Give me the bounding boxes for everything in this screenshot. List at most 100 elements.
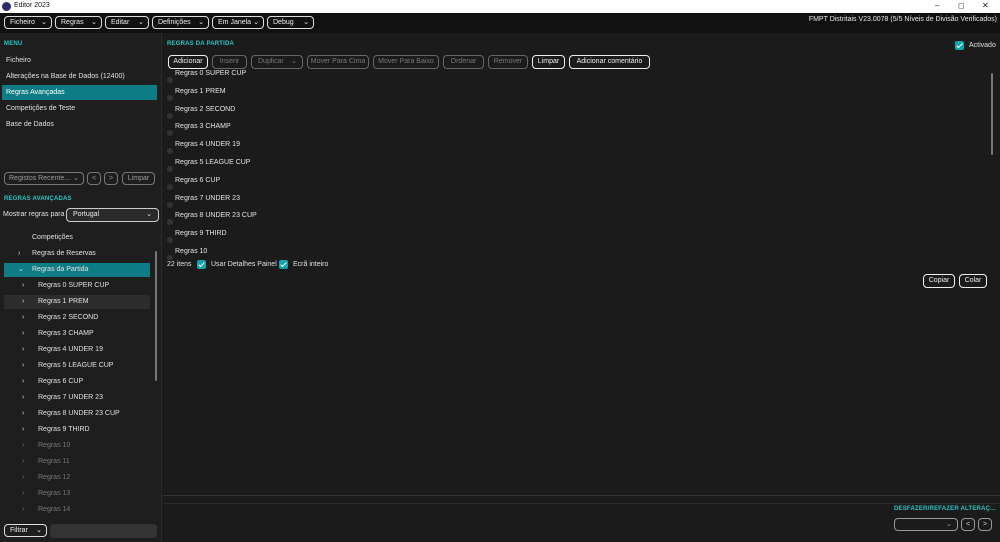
recent-records-dropdown[interactable]: Registos Recente... ⌄ (4, 172, 84, 185)
add-comment-button[interactable]: Adicionar comentário (569, 55, 650, 69)
fullscreen-checkbox[interactable] (279, 260, 288, 269)
tree-item[interactable]: › Regras 0 SUPER CUP (4, 279, 150, 293)
rule-row[interactable]: Regras 5 LEAGUE CUP (167, 159, 987, 176)
drag-handle-icon[interactable] (167, 201, 173, 208)
chevron-right-icon[interactable]: › (18, 247, 20, 261)
rule-row[interactable]: Regras 0 SUPER CUP (167, 70, 987, 87)
drag-handle-icon[interactable] (167, 219, 173, 226)
tree-item[interactable]: › Regras 9 THIRD (4, 423, 150, 437)
paste-button[interactable]: Colar (959, 274, 987, 288)
menu-editar[interactable]: Editar ⌄ (105, 16, 149, 29)
rule-row[interactable]: Regras 9 THIRD (167, 230, 987, 247)
nav-item-competicoes-teste[interactable]: Competições de Teste (2, 101, 157, 116)
tree-item[interactable]: › Regras 6 CUP (4, 375, 150, 389)
move-down-button[interactable]: Mover Para Baixo (373, 55, 439, 69)
tree-item[interactable]: › Regras 14 (4, 503, 150, 517)
clear-recent-button[interactable]: Limpar (122, 172, 155, 185)
chevron-right-icon[interactable]: › (22, 343, 24, 357)
tree-item[interactable]: › Regras de Reservas (4, 247, 150, 261)
tree-item[interactable]: ⌄ Regras da Partida (4, 263, 150, 277)
tree-item[interactable]: › Regras 13 (4, 487, 150, 501)
country-select[interactable]: Portugal ⌄ (66, 208, 159, 222)
back-button[interactable]: < (87, 172, 101, 185)
minimize-icon[interactable]: – (935, 1, 939, 10)
chevron-right-icon[interactable]: › (22, 375, 24, 389)
tree-item[interactable]: › Regras 2 SECOND (4, 311, 150, 325)
chevron-right-icon[interactable]: › (22, 455, 24, 469)
remove-button[interactable]: Remover (488, 55, 528, 69)
rule-row[interactable]: Regras 2 SECOND (167, 106, 987, 123)
menu-em-janela[interactable]: Em Janela ⌄ (212, 16, 264, 29)
tree-item[interactable]: Competições (4, 231, 150, 245)
maximize-icon[interactable]: ◻ (958, 1, 965, 10)
rule-row[interactable]: Regras 8 UNDER 23 CUP (167, 212, 987, 229)
rule-row[interactable]: Regras 4 UNDER 19 (167, 141, 987, 158)
tree-item[interactable]: › Regras 4 UNDER 19 (4, 343, 150, 357)
activated-checkbox[interactable] (955, 41, 964, 50)
chevron-right-icon[interactable]: › (22, 439, 24, 453)
chevron-right-icon[interactable]: › (22, 407, 24, 421)
add-button[interactable]: Adicionar (168, 55, 208, 69)
tree-item[interactable]: › Regras 3 CHAMP (4, 327, 150, 341)
tree-item[interactable]: › Regras 1 PREM (4, 295, 150, 309)
clear-button[interactable]: Limpar (532, 55, 565, 69)
drag-handle-icon[interactable] (167, 255, 173, 260)
chevron-right-icon[interactable]: › (22, 471, 24, 485)
drag-handle-icon[interactable] (167, 183, 173, 190)
chevron-right-icon[interactable]: › (22, 423, 24, 437)
chevron-right-icon[interactable]: › (22, 327, 24, 341)
drag-handle-icon[interactable] (167, 77, 173, 83)
redo-button[interactable]: > (978, 518, 992, 531)
rule-row[interactable]: Regras 6 CUP (167, 177, 987, 194)
rule-row[interactable]: Regras 10 (167, 248, 987, 260)
drag-handle-icon[interactable] (167, 237, 173, 244)
undo-history-dropdown[interactable]: ⌄ (894, 518, 958, 531)
menu-ficheiro[interactable]: Ficheiro ⌄ (4, 16, 52, 29)
filter-button[interactable]: Filtrar ⌄ (4, 524, 47, 537)
forward-button[interactable]: > (104, 172, 118, 185)
menu-definicoes[interactable]: Definições ⌄ (152, 16, 209, 29)
chevron-right-icon[interactable]: › (22, 279, 24, 293)
chevron-right-icon[interactable]: › (22, 487, 24, 501)
chevron-right-icon[interactable]: › (22, 311, 24, 325)
menu-regras[interactable]: Regras ⌄ (55, 16, 102, 29)
nav-item-ficheiro[interactable]: Ficheiro (2, 53, 157, 68)
tree-item[interactable]: › Regras 12 (4, 471, 150, 485)
sort-button[interactable]: Ordenar (443, 55, 484, 69)
drag-handle-icon[interactable] (167, 166, 173, 172)
nav-item-regras-avancadas[interactable]: Regras Avançadas (2, 85, 157, 100)
rule-row[interactable]: Regras 3 CHAMP (167, 123, 987, 140)
move-up-button[interactable]: Mover Para Cima (307, 55, 369, 69)
drag-handle-icon[interactable] (167, 94, 173, 101)
drag-handle-icon[interactable] (167, 130, 173, 137)
rule-row[interactable]: Regras 1 PREM (167, 88, 987, 105)
show-rules-for-label: Mostrar regras para (3, 211, 65, 218)
drag-handle-icon[interactable] (167, 112, 173, 119)
rules-list-scrollbar[interactable] (991, 73, 993, 155)
copy-button[interactable]: Copiar (923, 274, 955, 288)
rule-row-label: Regras 8 UNDER 23 CUP (175, 212, 257, 220)
tree-item[interactable]: › Regras 5 LEAGUE CUP (4, 359, 150, 373)
duplicate-button[interactable]: Duplicar ⌄ (251, 55, 303, 69)
tree-scrollbar[interactable] (155, 251, 157, 381)
tree-item[interactable]: › Regras 7 UNDER 23 (4, 391, 150, 405)
chevron-right-icon[interactable]: › (22, 391, 24, 405)
nav-item-alteracoes[interactable]: Alterações na Base de Dados (12400) (2, 69, 157, 84)
insert-button[interactable]: Inserir (212, 55, 247, 69)
undo-button[interactable]: < (961, 518, 975, 531)
tree-item[interactable]: › Regras 8 UNDER 23 CUP (4, 407, 150, 421)
menu-debug[interactable]: Debug ⌄ (267, 16, 314, 29)
chevron-down-icon[interactable]: ⌄ (18, 263, 24, 277)
divider (163, 503, 1000, 504)
tree-item[interactable]: › Regras 11 (4, 455, 150, 469)
use-details-panel-checkbox[interactable] (197, 260, 206, 269)
nav-item-base-dados[interactable]: Base de Dados (2, 117, 157, 132)
tree-item[interactable]: › Regras 10 (4, 439, 150, 453)
filter-input[interactable] (50, 524, 157, 538)
chevron-right-icon[interactable]: › (22, 503, 24, 517)
close-icon[interactable]: ✕ (982, 1, 989, 10)
drag-handle-icon[interactable] (167, 148, 173, 155)
chevron-right-icon[interactable]: › (22, 295, 24, 309)
chevron-right-icon[interactable]: › (22, 359, 24, 373)
rule-row[interactable]: Regras 7 UNDER 23 (167, 195, 987, 212)
